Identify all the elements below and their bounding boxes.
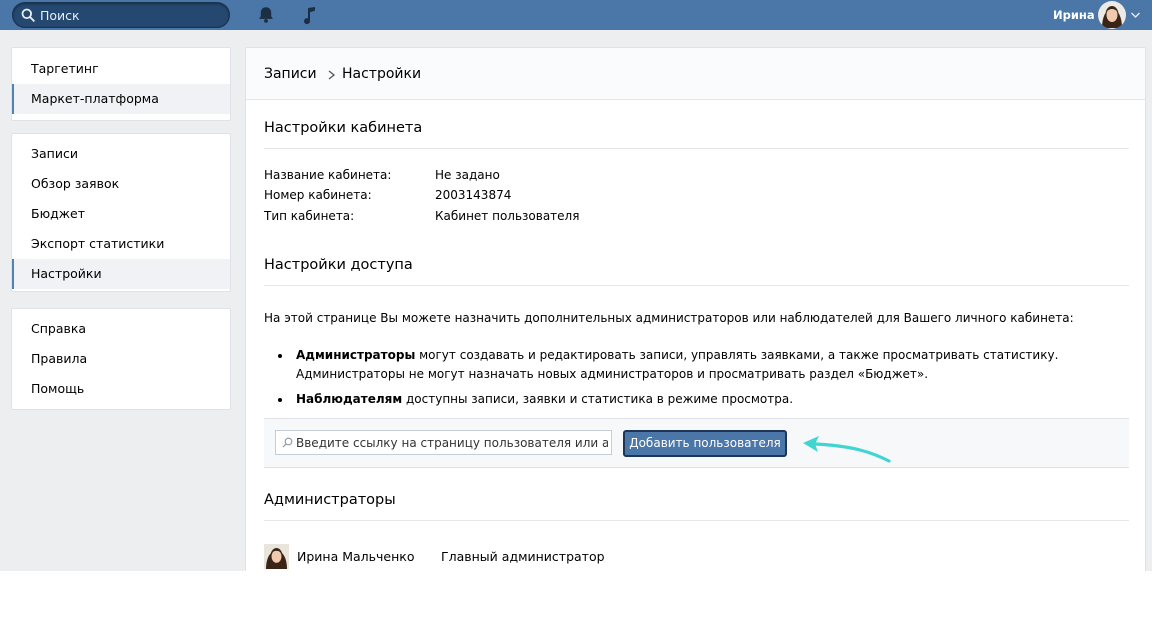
observers-bold: Наблюдателям: [296, 392, 403, 406]
sidebar-item-rules[interactable]: Правила: [12, 344, 230, 374]
add-user-button[interactable]: Добавить пользователя: [623, 430, 787, 457]
admins-bold: Администраторы: [296, 348, 416, 362]
user-link-placeholder: Введите ссылку на страницу пользователя …: [296, 436, 608, 450]
page-bottom-area: [0, 571, 1152, 619]
admins-description: Администраторы могут создавать и редакти…: [296, 348, 1058, 362]
avatar[interactable]: [264, 544, 289, 569]
top-bar: Поиск Ирина: [0, 0, 1152, 30]
divider: [264, 148, 1129, 149]
sidebar-group-3: Справка Правила Помощь: [11, 308, 231, 410]
arrow-pointer-icon: [803, 436, 891, 463]
music-icon[interactable]: [300, 5, 320, 25]
sidebar-item-help[interactable]: Справка: [12, 314, 230, 344]
search-input[interactable]: Поиск: [12, 2, 230, 28]
sidebar-item-settings[interactable]: Настройки: [12, 259, 230, 289]
cabinet-settings-title: Настройки кабинета: [264, 120, 423, 136]
access-intro: На этой странице Вы можете назначить доп…: [264, 311, 1074, 325]
field-label: Тип кабинета:: [264, 209, 355, 223]
access-settings-title: Настройки доступа: [264, 257, 413, 273]
sidebar-group-2: Записи Обзор заявок Бюджет Экспорт стати…: [11, 133, 231, 292]
field-value: Кабинет пользователя: [435, 209, 580, 223]
divider: [264, 285, 1129, 286]
add-user-bar: Введите ссылку на страницу пользователя …: [264, 418, 1129, 468]
admin-name[interactable]: Ирина Мальченко: [297, 549, 414, 564]
admins-description-2: Администраторы не могут назначать новых …: [296, 367, 929, 381]
user-link-input[interactable]: Введите ссылку на страницу пользователя …: [275, 430, 612, 455]
administrators-title: Администраторы: [264, 492, 396, 508]
search-placeholder: Поиск: [40, 8, 80, 23]
admins-text: могут создавать и редактировать записи, …: [415, 348, 1059, 362]
search-icon: [282, 437, 293, 448]
sidebar-item-export-stats[interactable]: Экспорт статистики: [12, 229, 230, 259]
search-icon: [21, 8, 35, 22]
field-value: 2003143874: [435, 188, 512, 202]
breadcrumb: Записи Настройки: [246, 48, 1145, 100]
bullet: [278, 398, 282, 402]
divider: [264, 520, 1129, 521]
observers-description: Наблюдателям доступны записи, заявки и с…: [296, 392, 793, 406]
bell-icon[interactable]: [256, 5, 276, 25]
bullet: [278, 354, 282, 358]
breadcrumb-current: Настройки: [342, 66, 422, 82]
sidebar-item-posts[interactable]: Записи: [12, 139, 230, 169]
sidebar-item-budget[interactable]: Бюджет: [12, 199, 230, 229]
sidebar-item-market-platform[interactable]: Маркет-платформа: [12, 84, 230, 114]
avatar[interactable]: [1098, 1, 1126, 29]
observers-text: доступны записи, заявки и статистика в р…: [402, 392, 794, 406]
field-label: Номер кабинета:: [264, 188, 372, 202]
field-label: Название кабинета:: [264, 168, 392, 182]
sidebar-item-requests-overview[interactable]: Обзор заявок: [12, 169, 230, 199]
user-name[interactable]: Ирина: [1053, 8, 1095, 22]
sidebar-group-1: Таргетинг Маркет-платформа: [11, 47, 231, 121]
breadcrumb-posts[interactable]: Записи: [264, 66, 317, 82]
sidebar-item-targeting[interactable]: Таргетинг: [12, 54, 230, 84]
admin-role: Главный администратор: [441, 549, 605, 564]
chevron-right-icon: [328, 70, 336, 80]
sidebar-item-support[interactable]: Помощь: [12, 374, 230, 404]
main-panel: Записи Настройки Настройки кабинета Назв…: [245, 47, 1146, 577]
field-value: Не задано: [435, 168, 500, 182]
chevron-down-icon[interactable]: [1130, 10, 1141, 20]
